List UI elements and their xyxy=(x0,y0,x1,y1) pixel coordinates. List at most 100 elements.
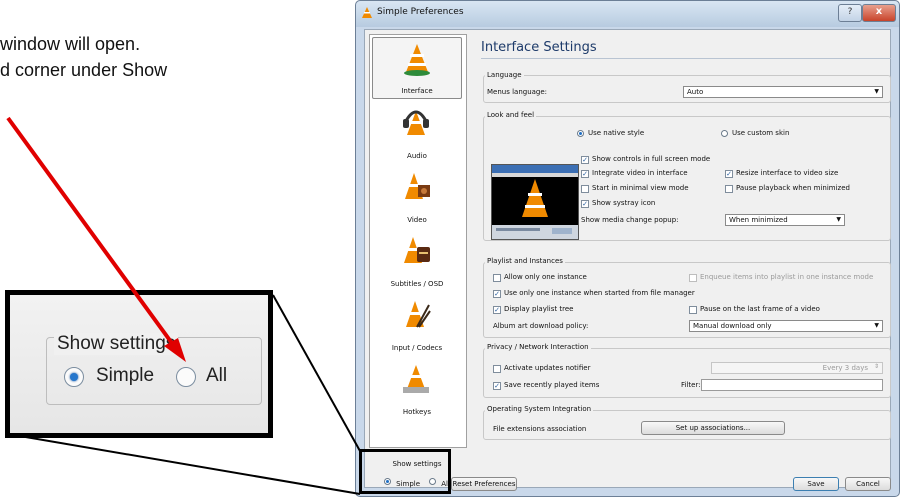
title-divider xyxy=(481,58,891,59)
menus-language-value: Auto xyxy=(687,88,704,96)
chevron-down-icon: ▼ xyxy=(836,216,841,223)
sidebar-item-label: Audio xyxy=(407,152,427,160)
minimal-view-label: Start in minimal view mode xyxy=(592,184,689,192)
filter-label: Filter: xyxy=(681,381,701,389)
spin-arrows-icon: ⇕ xyxy=(873,363,879,370)
window-title: Simple Preferences xyxy=(377,7,464,17)
connector-line-top xyxy=(272,294,361,452)
file-ext-label: File extensions association xyxy=(493,425,587,433)
sidebar-item-audio[interactable]: Audio xyxy=(372,101,462,163)
category-sidebar: Interface Audio Video Subtitles / OSD In… xyxy=(369,34,467,448)
zoom-simple-radio[interactable] xyxy=(64,367,84,387)
pause-minimized-checkbox[interactable] xyxy=(725,185,733,193)
close-icon: x xyxy=(875,6,883,17)
sidebar-item-label: Interface xyxy=(401,87,433,95)
chevron-down-icon: ▼ xyxy=(874,88,879,95)
update-interval-spinbox[interactable]: Every 3 days ⇕ xyxy=(711,362,883,374)
pause-last-frame-checkbox[interactable] xyxy=(689,306,697,314)
menus-language-select[interactable]: Auto ▼ xyxy=(683,86,883,98)
custom-skin-radio[interactable] xyxy=(721,130,728,137)
sidebar-item-subtitles[interactable]: Subtitles / OSD xyxy=(372,229,462,291)
media-popup-label: Show media change popup: xyxy=(581,216,679,224)
integrate-video-checkbox[interactable]: ✓ xyxy=(581,170,589,178)
sidebar-item-interface[interactable]: Interface xyxy=(372,37,462,99)
filter-input[interactable] xyxy=(701,379,883,391)
menus-language-label: Menus language: xyxy=(487,88,548,96)
codecs-icon xyxy=(406,301,431,328)
systray-checkbox[interactable]: ✓ xyxy=(581,200,589,208)
save-recent-checkbox[interactable]: ✓ xyxy=(493,382,501,390)
vlc-cone-icon xyxy=(362,7,372,18)
minimal-view-checkbox[interactable] xyxy=(581,185,589,193)
playlist-group-title: Playlist and Instances xyxy=(485,257,565,265)
album-art-label: Album art download policy: xyxy=(493,322,589,330)
album-art-select[interactable]: Manual download only ▼ xyxy=(689,320,883,332)
native-style-label: Use native style xyxy=(588,129,645,137)
one-instance-fm-checkbox[interactable]: ✓ xyxy=(493,290,501,298)
pause-last-frame-label: Pause on the last frame of a video xyxy=(700,305,820,313)
album-art-value: Manual download only xyxy=(693,322,772,330)
sidebar-item-hotkeys[interactable]: Hotkeys xyxy=(372,357,462,419)
updates-notifier-checkbox[interactable] xyxy=(493,365,501,373)
one-instance-label: Allow only one instance xyxy=(504,273,587,281)
chevron-down-icon: ▼ xyxy=(874,322,879,329)
zoom-simple-label: Simple xyxy=(96,365,155,386)
privacy-group-title: Privacy / Network Interaction xyxy=(485,343,591,351)
native-style-radio[interactable] xyxy=(577,130,584,137)
show-controls-checkbox[interactable]: ✓ xyxy=(581,156,589,164)
integrate-video-label: Integrate video in interface xyxy=(592,169,688,177)
highlight-box xyxy=(359,449,451,494)
playlist-tree-label: Display playlist tree xyxy=(504,305,574,313)
doc-text-line-1: window will open. xyxy=(0,34,141,54)
media-popup-select[interactable]: When minimized ▼ xyxy=(725,214,845,226)
setup-associations-button[interactable]: Set up associations... xyxy=(641,421,785,435)
zoom-all-label: All xyxy=(206,365,228,386)
updates-notifier-label: Activate updates notifier xyxy=(504,364,591,372)
hotkeys-icon xyxy=(403,365,429,393)
interface-cone-icon xyxy=(404,44,430,76)
sidebar-item-label: Hotkeys xyxy=(402,408,432,416)
save-recent-label: Save recently played items xyxy=(504,381,600,389)
reset-preferences-button[interactable]: Reset Preferences xyxy=(451,477,517,491)
connector-line-bottom xyxy=(7,433,361,495)
one-instance-fm-label: Use only one instance when started from … xyxy=(504,289,695,297)
title-bar[interactable]: Simple Preferences ? x xyxy=(356,1,899,27)
video-film-icon xyxy=(405,173,430,199)
zoom-all-radio[interactable] xyxy=(176,367,196,387)
preferences-window: Simple Preferences ? x Interface Audio V… xyxy=(355,0,900,497)
cancel-button[interactable]: Cancel xyxy=(845,477,891,491)
doc-text-line-2: d corner under Show xyxy=(0,60,168,80)
os-group-title: Operating System Integration xyxy=(485,405,594,413)
sidebar-item-label: Video xyxy=(407,216,427,224)
custom-skin-label: Use custom skin xyxy=(732,129,790,137)
zoom-show-settings-title: Show settings xyxy=(54,333,179,355)
sidebar-item-video[interactable]: Video xyxy=(372,165,462,227)
update-interval-value: Every 3 days xyxy=(822,364,868,372)
subtitles-icon xyxy=(404,237,430,263)
pause-minimized-label: Pause playback when minimized xyxy=(736,184,850,192)
interface-preview-image xyxy=(491,164,579,240)
zoom-callout: Show settings Simple All xyxy=(5,290,273,438)
help-button[interactable]: ? xyxy=(838,4,862,22)
resize-interface-label: Resize interface to video size xyxy=(736,169,839,177)
vlc-preview-picture xyxy=(492,165,578,239)
language-group-title: Language xyxy=(485,71,524,79)
systray-label: Show systray icon xyxy=(592,199,656,207)
close-button[interactable]: x xyxy=(862,4,896,22)
sidebar-item-input-codecs[interactable]: Input / Codecs xyxy=(372,293,462,355)
playlist-tree-checkbox[interactable]: ✓ xyxy=(493,306,501,314)
save-button[interactable]: Save xyxy=(793,477,839,491)
look-group-title: Look and feel xyxy=(485,111,537,119)
media-popup-value: When minimized xyxy=(729,216,788,224)
sidebar-item-label: Input / Codecs xyxy=(391,344,443,352)
client-area: Interface Audio Video Subtitles / OSD In… xyxy=(364,29,891,491)
enqueue-checkbox[interactable] xyxy=(689,274,697,282)
audio-headphones-icon xyxy=(403,110,429,135)
sidebar-item-label: Subtitles / OSD xyxy=(390,280,444,288)
help-label: ? xyxy=(847,7,853,17)
page-title: Interface Settings xyxy=(481,40,597,55)
one-instance-checkbox[interactable] xyxy=(493,274,501,282)
enqueue-label: Enqueue items into playlist in one insta… xyxy=(700,273,874,281)
show-controls-label: Show controls in full screen mode xyxy=(592,155,711,163)
resize-interface-checkbox[interactable]: ✓ xyxy=(725,170,733,178)
